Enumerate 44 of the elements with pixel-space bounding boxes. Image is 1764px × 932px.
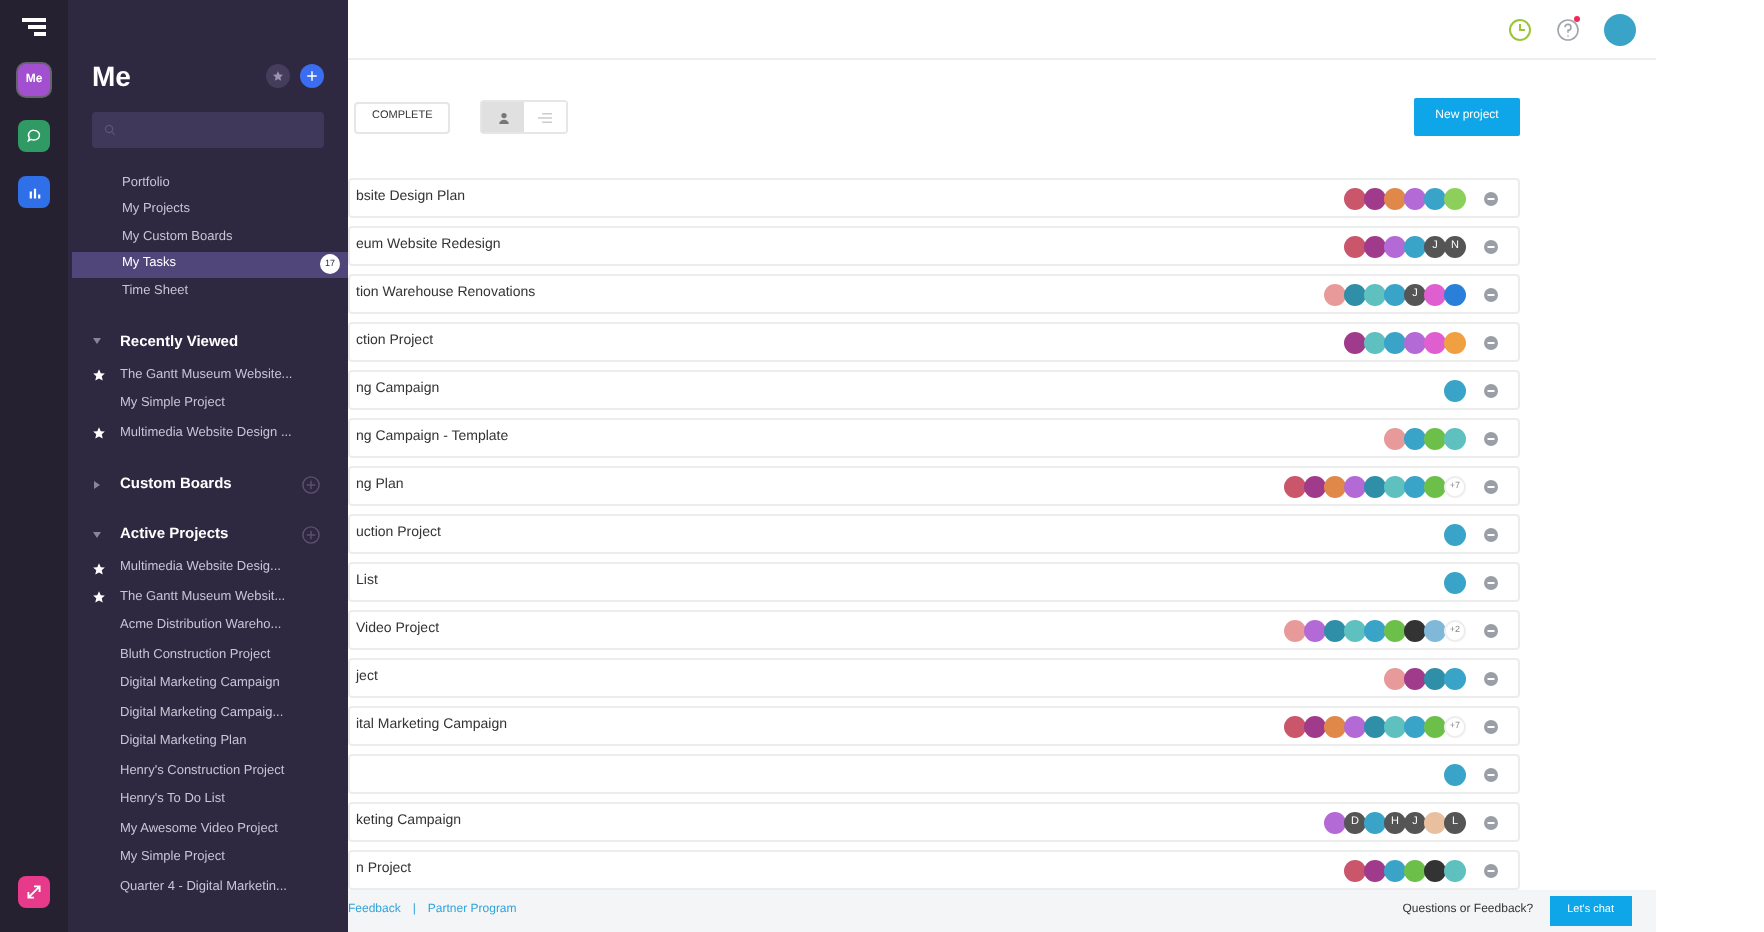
logo-icon xyxy=(22,18,46,38)
remove-icon[interactable] xyxy=(1484,623,1498,637)
remove-icon[interactable] xyxy=(1484,335,1498,349)
add-icon[interactable] xyxy=(302,475,320,493)
add-icon[interactable] xyxy=(302,525,320,543)
remove-icon[interactable] xyxy=(1484,431,1498,445)
expand-icon xyxy=(26,884,42,900)
remove-icon[interactable] xyxy=(1484,671,1498,685)
remove-icon[interactable] xyxy=(1484,287,1498,301)
remove-icon[interactable] xyxy=(1484,863,1498,877)
chat-icon xyxy=(26,128,42,144)
star-icon xyxy=(92,561,106,576)
expand-button[interactable] xyxy=(18,876,50,908)
remove-icon[interactable] xyxy=(1484,191,1498,205)
remove-icon[interactable] xyxy=(1484,383,1498,397)
remove-icon[interactable] xyxy=(1484,479,1498,493)
search-field[interactable] xyxy=(92,112,324,148)
star-icon xyxy=(92,368,106,383)
search-icon xyxy=(104,124,116,136)
chart-workspace-button[interactable] xyxy=(18,176,50,208)
list-icon xyxy=(538,111,553,123)
person-icon xyxy=(497,111,510,123)
chat-workspace-button[interactable] xyxy=(18,120,50,152)
favorites-button[interactable] xyxy=(266,64,290,88)
bar-chart-icon xyxy=(27,185,41,199)
remove-icon[interactable] xyxy=(1484,767,1498,781)
remove-icon[interactable] xyxy=(1484,527,1498,541)
user-avatar[interactable] xyxy=(1604,13,1636,45)
star-icon xyxy=(92,426,106,441)
remove-icon[interactable] xyxy=(1484,575,1498,589)
sidebar-title: Me xyxy=(92,57,131,95)
star-icon xyxy=(92,590,106,605)
star-icon xyxy=(272,70,284,82)
clock-icon[interactable] xyxy=(1508,17,1532,41)
caret-icon[interactable] xyxy=(92,529,102,539)
remove-icon[interactable] xyxy=(1484,239,1498,253)
remove-icon[interactable] xyxy=(1484,815,1498,829)
caret-icon[interactable] xyxy=(92,336,102,346)
plus-icon xyxy=(306,70,318,82)
remove-icon[interactable] xyxy=(1484,719,1498,733)
caret-icon[interactable] xyxy=(92,479,102,489)
people-view-button[interactable] xyxy=(482,102,525,132)
help-icon[interactable] xyxy=(1556,17,1580,41)
add-button[interactable] xyxy=(300,64,324,88)
